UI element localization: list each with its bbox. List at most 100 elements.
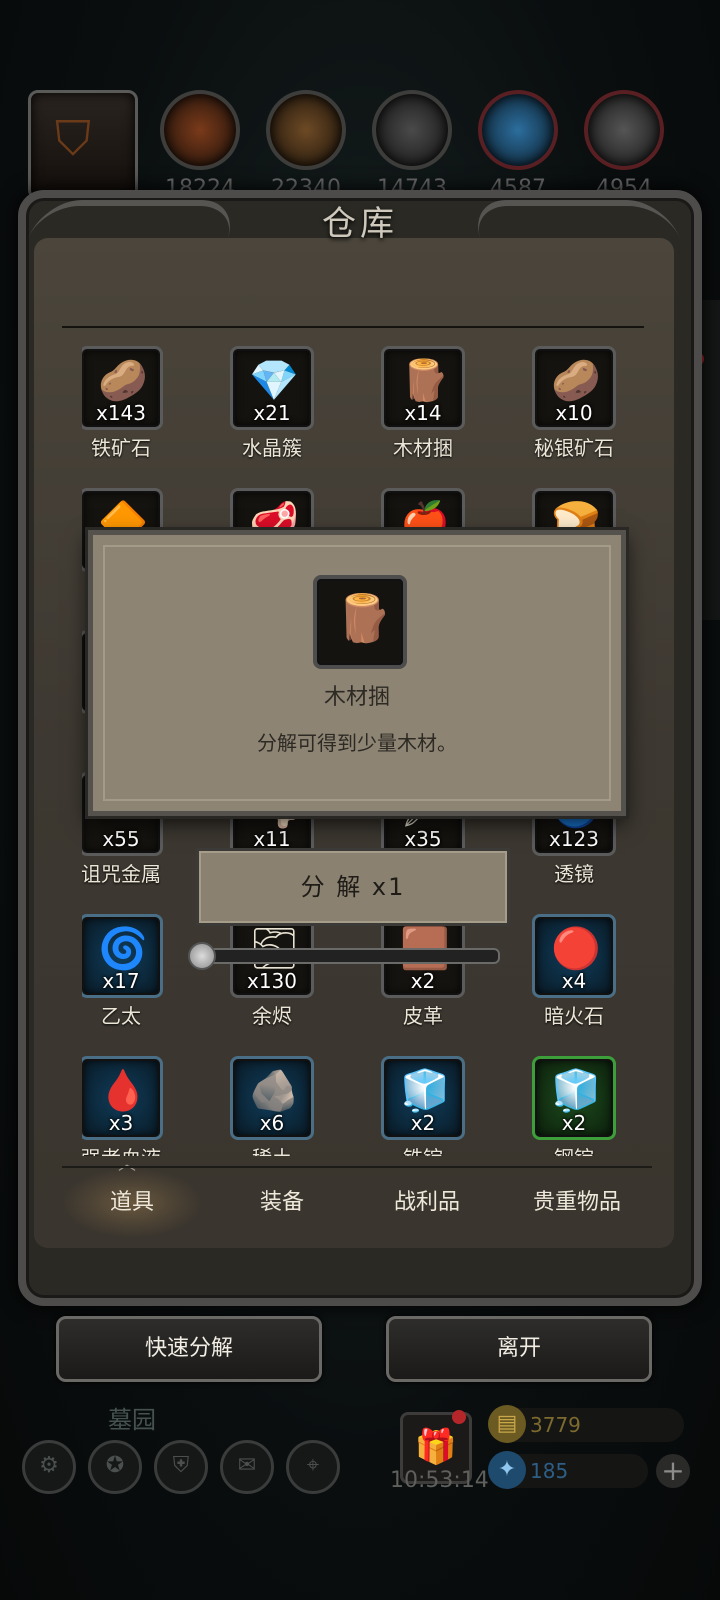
- item-icon: 🪨: [249, 1068, 299, 1114]
- tooltip-description: 分解可得到少量木材。: [257, 731, 457, 755]
- item-cell[interactable]: 🌫x130余烬: [227, 914, 317, 1028]
- item-slot[interactable]: 🥔 x10: [532, 346, 616, 430]
- item-name: 钢锭: [529, 1142, 619, 1156]
- item-slot[interactable]: 🪨 x6: [230, 1056, 314, 1140]
- gem-icon: ✦: [488, 1451, 526, 1489]
- item-icon: 🩸: [98, 1068, 148, 1114]
- resource-crystal[interactable]: 4587: [478, 90, 558, 201]
- meat-icon: [160, 90, 240, 170]
- item-name: 暗火石: [544, 1004, 604, 1028]
- item-quantity: x10: [555, 401, 593, 425]
- hero-portrait[interactable]: ⛉: [28, 90, 138, 200]
- quantity-slider[interactable]: [200, 948, 500, 964]
- tab-loot[interactable]: 战利品: [357, 1168, 497, 1238]
- item-slot[interactable]: 🧊 x2: [532, 1056, 616, 1140]
- gold-counter: ▤ 3779: [488, 1405, 684, 1443]
- item-cell[interactable]: 🌀 x17 乙太: [82, 914, 166, 1028]
- item-tooltip: 🪵 木材捆 分解可得到少量木材。: [88, 530, 626, 816]
- gem-counter: ✦ 185: [488, 1451, 648, 1489]
- settings-icon[interactable]: ⚙: [22, 1440, 76, 1494]
- item-icon: 🪵: [400, 358, 450, 404]
- item-icon: 🌀: [98, 926, 148, 972]
- gold-icon: ▤: [488, 1405, 526, 1443]
- item-cell[interactable]: 🔴 x4 暗火石: [529, 914, 619, 1028]
- item-quantity: x3: [108, 1111, 134, 1135]
- item-cell[interactable]: 🧊x2 铁锭: [378, 1056, 468, 1156]
- item-cell[interactable]: 🪵 x14 木材捆: [378, 346, 468, 460]
- item-quantity: x17: [102, 969, 140, 993]
- item-cell[interactable]: 🟫x2皮革: [378, 914, 468, 1028]
- item-slot[interactable]: 🪵 x14: [381, 346, 465, 430]
- clock: 10:53:14: [390, 1468, 489, 1493]
- item-slot[interactable]: 🔴 x4: [532, 914, 616, 998]
- item-cell[interactable]: 🪨x6 稀土: [227, 1056, 317, 1156]
- item-cell[interactable]: 🩸x3强者血液: [82, 1056, 166, 1156]
- quick-decompose-button[interactable]: 快速分解: [56, 1316, 322, 1382]
- item-icon: 🥔: [551, 358, 601, 404]
- item-cell[interactable]: 💎 x21 水晶簇: [227, 346, 317, 460]
- item-quantity: x55: [102, 827, 140, 851]
- frame-ornament-left: [14, 200, 242, 276]
- tooltip-item-slot: 🪵: [313, 575, 407, 669]
- item-name: 透镜: [554, 862, 594, 886]
- resource-steel[interactable]: 4954: [584, 90, 664, 201]
- iron-ingot-icon: [372, 90, 452, 170]
- item-cell[interactable]: 🥔 x10 秘银矿石: [529, 346, 619, 460]
- medal-icon[interactable]: ✪: [88, 1440, 142, 1494]
- resource-bar: ⛉ 18224 22340 14743 4587 4954: [28, 90, 698, 201]
- divider: [62, 326, 644, 328]
- category-tabs: 道具 装备 战利品 贵重物品: [62, 1166, 652, 1238]
- hooded-hero-icon: ⛉: [55, 111, 92, 167]
- item-quantity: x6: [259, 1111, 285, 1135]
- wood-bundle-icon: 🪵: [335, 591, 393, 645]
- item-icon: 🧊: [551, 1068, 601, 1114]
- decompose-button[interactable]: 分 解 x1: [196, 848, 510, 926]
- item-name: 余烬: [252, 1004, 292, 1028]
- map-icon[interactable]: ⌖: [286, 1440, 340, 1494]
- add-currency-button[interactable]: +: [656, 1454, 690, 1488]
- item-quantity: x123: [548, 827, 599, 851]
- resource-wood[interactable]: 22340: [266, 90, 346, 201]
- resource-meat[interactable]: 18224: [160, 90, 240, 201]
- warehouse-title: 仓库: [322, 204, 398, 244]
- item-quantity: x143: [95, 401, 146, 425]
- item-name: 秘银矿石: [534, 436, 614, 460]
- item-slot[interactable]: 🩸 x3: [82, 1056, 163, 1140]
- item-name: 乙太: [101, 1004, 141, 1028]
- leave-button[interactable]: 离开: [386, 1316, 652, 1382]
- crystal-icon: [478, 90, 558, 170]
- item-slot[interactable]: 🌀 x17: [82, 914, 163, 998]
- slider-handle[interactable]: [188, 942, 216, 970]
- item-icon: 💎: [249, 358, 299, 404]
- item-icon: 🔴: [551, 926, 601, 972]
- item-slot[interactable]: 🥔 x143: [82, 346, 163, 430]
- item-icon: 🥔: [98, 358, 148, 404]
- item-quantity: x21: [253, 401, 291, 425]
- resource-iron[interactable]: 14743: [372, 90, 452, 201]
- item-name: 诅咒金属: [82, 862, 161, 886]
- guild-icon[interactable]: ⛨: [154, 1440, 208, 1494]
- item-quantity: x14: [404, 401, 442, 425]
- tab-items[interactable]: 道具: [62, 1168, 202, 1238]
- gem-amount: 185: [530, 1459, 569, 1483]
- item-cell[interactable]: 🧊x2 钢锭: [529, 1056, 619, 1156]
- location-label: 墓园: [108, 1406, 156, 1434]
- item-quantity: x2: [410, 1111, 436, 1135]
- item-name: 铁矿石: [91, 436, 151, 460]
- notification-dot: [452, 1410, 466, 1424]
- tab-valuables[interactable]: 贵重物品: [502, 1168, 652, 1238]
- item-name: 木材捆: [393, 436, 453, 460]
- item-quantity: x2: [561, 1111, 587, 1135]
- item-icon: 🧊: [400, 1068, 450, 1114]
- item-name: 铁锭: [378, 1142, 468, 1156]
- gold-amount: 3779: [530, 1413, 581, 1437]
- item-name: 稀土: [227, 1142, 317, 1156]
- item-slot[interactable]: 💎 x21: [230, 346, 314, 430]
- item-slot[interactable]: 🧊 x2: [381, 1056, 465, 1140]
- item-cell[interactable]: 🥔 x143 铁矿石: [82, 346, 166, 460]
- item-quantity: x130: [246, 969, 297, 993]
- tab-equipment[interactable]: 装备: [212, 1168, 352, 1238]
- tooltip-item-name: 木材捆: [323, 685, 390, 710]
- item-quantity: x4: [561, 969, 587, 993]
- mail-icon[interactable]: ✉: [220, 1440, 274, 1494]
